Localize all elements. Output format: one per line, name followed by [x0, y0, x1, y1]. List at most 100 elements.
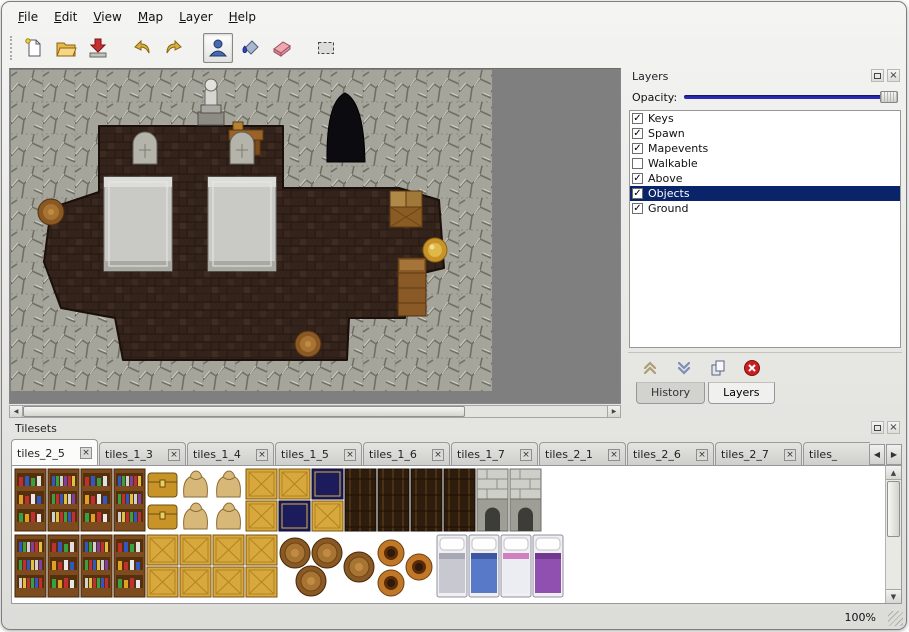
layer-list[interactable]: ✓Keys ✓Spawn ✓Mapevents Walkable ✓Above … — [629, 110, 901, 348]
tab-close-icon[interactable]: × — [80, 447, 92, 459]
map-object-gold-pot — [423, 238, 447, 262]
tab-close-icon[interactable]: × — [168, 449, 180, 461]
layer-label: Walkable — [648, 157, 698, 170]
select-tool-button[interactable] — [311, 33, 341, 63]
tile-bed — [469, 535, 499, 597]
menu-help[interactable]: Help — [221, 8, 264, 28]
opacity-slider-handle[interactable] — [880, 91, 898, 103]
layer-visibility-checkbox[interactable]: ✓ — [632, 188, 643, 199]
lower-layer-button[interactable] — [674, 358, 694, 378]
scrollbar-handle[interactable] — [887, 481, 900, 537]
toolbar — [10, 30, 343, 66]
map-viewport[interactable] — [9, 68, 621, 404]
tileset-canvas[interactable]: ▲ ▼ — [11, 465, 902, 604]
float-panel-button[interactable] — [871, 421, 884, 434]
scroll-up-icon[interactable]: ▲ — [886, 466, 901, 480]
tileset-tab[interactable]: tiles_2_5× — [11, 439, 98, 466]
resize-grip[interactable] — [888, 611, 903, 626]
layer-visibility-checkbox[interactable]: ✓ — [632, 143, 643, 154]
layer-row[interactable]: ✓Keys — [630, 111, 900, 126]
tab-layers[interactable]: Layers — [708, 382, 774, 404]
open-file-button[interactable] — [51, 33, 81, 63]
layer-visibility-checkbox[interactable]: ✓ — [632, 173, 643, 184]
map-horizontal-scrollbar[interactable]: ◀ ▶ — [9, 405, 621, 418]
delete-layer-button[interactable] — [742, 358, 762, 378]
menu-layer[interactable]: Layer — [171, 8, 220, 28]
scroll-down-icon[interactable]: ▼ — [886, 589, 901, 603]
redo-button[interactable] — [159, 33, 189, 63]
eraser-tool-button[interactable] — [267, 33, 297, 63]
fill-tool-button[interactable] — [235, 33, 265, 63]
map-object-barrel — [295, 331, 321, 357]
tab-close-icon[interactable]: × — [608, 449, 620, 461]
tilesets-panel-titlebar: Tilesets × — [9, 420, 904, 436]
tab-history[interactable]: History — [636, 382, 705, 404]
duplicate-layer-button[interactable] — [708, 358, 728, 378]
menu-file[interactable]: File — [10, 8, 46, 28]
scrollbar-handle[interactable] — [23, 406, 465, 417]
tab-close-icon[interactable]: × — [344, 449, 356, 461]
tab-scroll-right-icon[interactable]: ▶ — [886, 444, 902, 465]
layer-visibility-checkbox[interactable]: ✓ — [632, 128, 643, 139]
close-panel-button[interactable]: × — [887, 421, 900, 434]
delete-layer-icon — [743, 359, 761, 377]
map-object-cabinet — [398, 258, 426, 316]
layer-row[interactable]: ✓Spawn — [630, 126, 900, 141]
tab-close-icon[interactable]: × — [432, 449, 444, 461]
menu-view[interactable]: View — [85, 8, 129, 28]
tab-close-icon[interactable]: × — [256, 449, 268, 461]
tileset-tab[interactable]: tiles_1_4× — [187, 442, 274, 466]
tilesets-panel-title: Tilesets — [15, 422, 57, 435]
menu-edit[interactable]: Edit — [46, 8, 85, 28]
float-panel-button[interactable] — [871, 69, 884, 82]
undo-button[interactable] — [127, 33, 157, 63]
tileset-vertical-scrollbar[interactable]: ▲ ▼ — [885, 466, 901, 603]
layer-row[interactable]: Walkable — [630, 156, 900, 171]
opacity-row: Opacity: — [632, 88, 898, 106]
map-object-door-slab — [104, 177, 172, 271]
save-button[interactable] — [83, 33, 113, 63]
layer-row[interactable]: ✓Above — [630, 171, 900, 186]
new-file-button[interactable] — [19, 33, 49, 63]
tileset-tab[interactable]: tiles_2_1× — [539, 442, 626, 466]
layer-row[interactable]: ✓Objects — [630, 186, 900, 201]
tileset-tab-label: tiles_1_5 — [281, 448, 329, 461]
map-object-door-slab — [208, 177, 276, 271]
raise-layer-button[interactable] — [640, 358, 660, 378]
tileset-image[interactable] — [13, 467, 883, 601]
float-icon — [874, 73, 881, 79]
tileset-tab[interactable]: tiles_1_3× — [99, 442, 186, 466]
layer-row[interactable]: ✓Ground — [630, 201, 900, 216]
tab-close-icon[interactable]: × — [784, 449, 796, 461]
tileset-tab[interactable]: tiles_2_6× — [627, 442, 714, 466]
paint-bucket-icon — [239, 37, 261, 59]
opacity-slider[interactable] — [684, 89, 898, 105]
tileset-tab-scroll: ◀ ▶ — [868, 444, 902, 465]
map-canvas[interactable] — [11, 70, 492, 391]
tab-close-icon[interactable]: × — [520, 449, 532, 461]
map-object-crates — [390, 191, 422, 227]
stamp-tool-button[interactable] — [203, 33, 233, 63]
tileset-tab[interactable]: tiles_× — [803, 442, 870, 466]
raise-layer-icon — [641, 359, 659, 377]
float-icon — [874, 425, 881, 431]
scroll-left-icon[interactable]: ◀ — [10, 406, 23, 417]
tab-scroll-left-icon[interactable]: ◀ — [869, 444, 885, 465]
tileset-tab[interactable]: tiles_2_7 × — [715, 442, 802, 466]
layer-visibility-checkbox[interactable]: ✓ — [632, 113, 643, 124]
menubar: File Edit View Map Layer Help — [10, 8, 264, 28]
tileset-tab[interactable]: tiles_1_5 × — [275, 442, 362, 466]
menu-map[interactable]: Map — [130, 8, 171, 28]
close-panel-button[interactable]: × — [887, 69, 900, 82]
tileset-tab[interactable]: tiles_1_7× — [451, 442, 538, 466]
layer-visibility-checkbox[interactable] — [632, 158, 643, 169]
tileset-tab[interactable]: tiles_1_6× — [363, 442, 450, 466]
tile-bed — [437, 535, 467, 597]
layer-row[interactable]: ✓Mapevents — [630, 141, 900, 156]
toolbar-handle[interactable] — [10, 36, 15, 60]
scroll-right-icon[interactable]: ▶ — [607, 406, 620, 417]
layer-visibility-checkbox[interactable]: ✓ — [632, 203, 643, 214]
new-file-icon — [23, 37, 45, 59]
tileset-tab-label: tiles_2_7 — [721, 448, 769, 461]
tab-close-icon[interactable]: × — [696, 449, 708, 461]
